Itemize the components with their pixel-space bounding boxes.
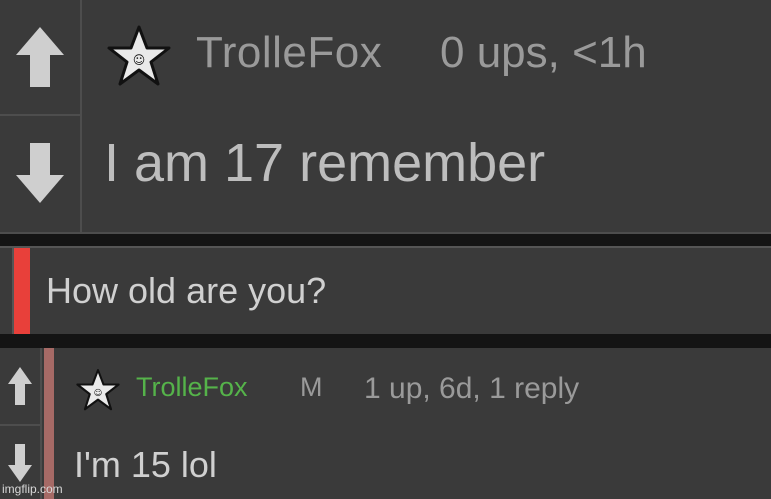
- downvote-button[interactable]: [0, 116, 80, 230]
- arrow-down-icon: [16, 143, 64, 203]
- reply-vote-column: [0, 0, 82, 232]
- parent-quote[interactable]: How old are you?: [0, 246, 771, 336]
- reply-comment: ☺ TrolleFox 0 ups, <1h I am 17 remember: [0, 0, 771, 234]
- upvote-button[interactable]: [0, 348, 40, 426]
- quote-gutter: [0, 248, 14, 334]
- svg-text:☺: ☺: [133, 53, 146, 67]
- star-icon: ☺: [76, 369, 120, 411]
- comment-vote-column: [0, 348, 42, 499]
- star-icon: ☺: [107, 25, 171, 86]
- svg-text:☺: ☺: [94, 388, 103, 398]
- comment-marker: [44, 348, 54, 499]
- reply-username[interactable]: TrolleFox: [196, 28, 382, 78]
- parent-quote-text: How old are you?: [46, 270, 327, 311]
- comment-body: I'm 15 lol: [74, 444, 217, 485]
- mod-badge: M: [300, 372, 323, 402]
- upvote-button[interactable]: [0, 0, 80, 116]
- arrow-up-icon: [16, 27, 64, 87]
- comment-meta: 1 up, 6d, 1 reply: [364, 372, 580, 405]
- reply-body: I am 17 remember: [104, 133, 546, 193]
- comment-username[interactable]: TrolleFox: [136, 372, 248, 403]
- quote-marker: [14, 248, 30, 334]
- arrow-up-icon: [8, 367, 32, 405]
- watermark: imgflip.com: [2, 482, 63, 496]
- reply-meta: 0 ups, <1h: [440, 28, 647, 77]
- divider: [0, 234, 771, 246]
- divider: [0, 334, 771, 348]
- arrow-down-icon: [8, 443, 32, 482]
- comment: ☺ TrolleFox M 1 up, 6d, 1 reply I'm 15 l…: [0, 348, 771, 499]
